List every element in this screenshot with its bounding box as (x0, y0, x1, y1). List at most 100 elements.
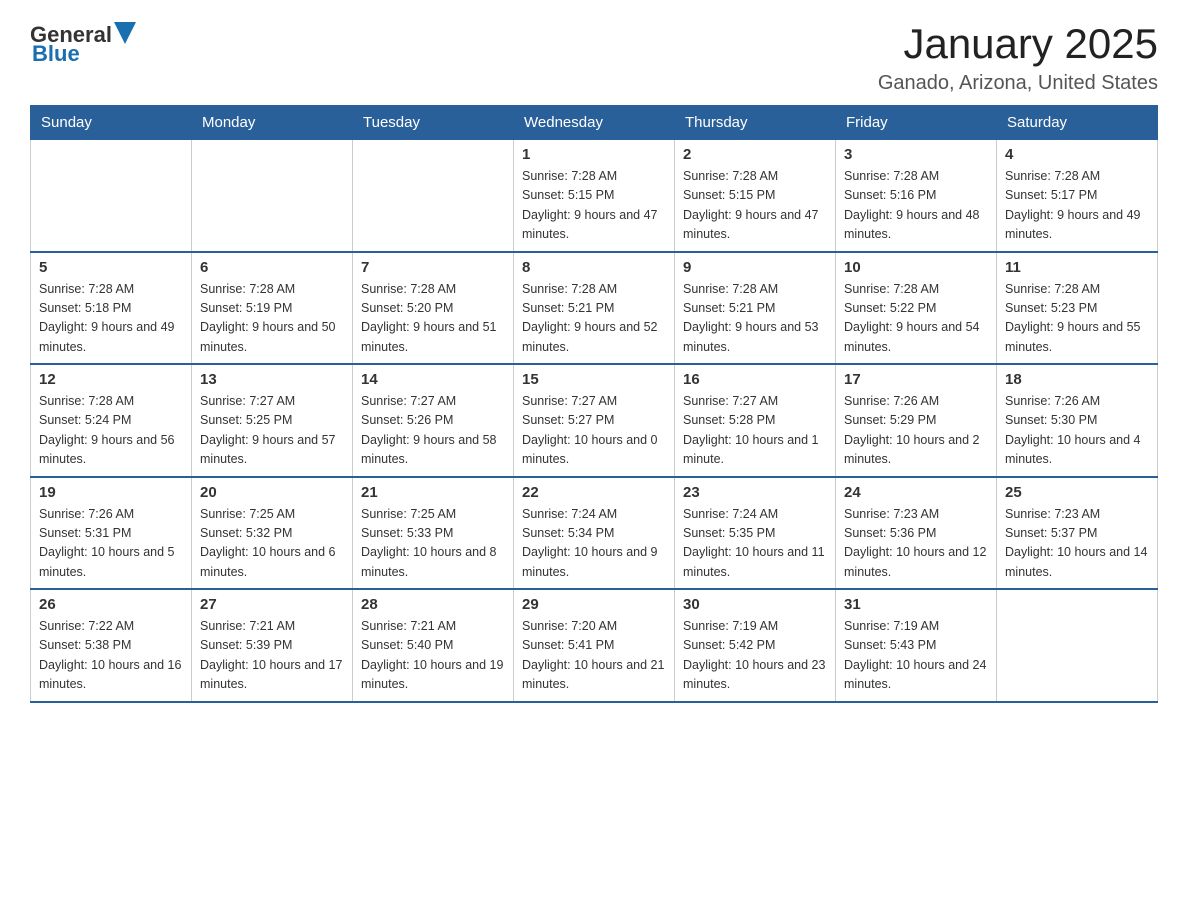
day-info: Sunrise: 7:28 AMSunset: 5:21 PMDaylight:… (683, 280, 827, 358)
day-number: 14 (361, 371, 505, 388)
calendar-day-22: 22Sunrise: 7:24 AMSunset: 5:34 PMDayligh… (514, 477, 675, 590)
weekday-header-wednesday: Wednesday (514, 106, 675, 140)
day-info: Sunrise: 7:20 AMSunset: 5:41 PMDaylight:… (522, 617, 666, 695)
day-info: Sunrise: 7:27 AMSunset: 5:27 PMDaylight:… (522, 392, 666, 470)
calendar-day-24: 24 Sunrise: 7:23 AMSunset: 5:36 PMDayligh… (836, 477, 997, 590)
day-number: 5 (39, 259, 183, 276)
calendar-empty-cell (997, 589, 1158, 702)
day-number: 27 (200, 596, 344, 613)
day-info: Sunrise: 7:21 AMSunset: 5:39 PMDaylight:… (200, 617, 344, 695)
calendar-week-row: 12Sunrise: 7:28 AMSunset: 5:24 PMDayligh… (31, 364, 1158, 477)
day-number: 17 (844, 371, 988, 388)
calendar-week-row: 1 Sunrise: 7:28 AMSunset: 5:15 PMDaylight… (31, 140, 1158, 252)
calendar-week-row: 19 Sunrise: 7:26 AMSunset: 5:31 PMDayligh… (31, 477, 1158, 590)
calendar-day-28: 28 Sunrise: 7:21 AMSunset: 5:40 PMDayligh… (353, 589, 514, 702)
calendar-day-19: 19 Sunrise: 7:26 AMSunset: 5:31 PMDayligh… (31, 477, 192, 590)
calendar-empty-cell (192, 140, 353, 252)
day-number: 11 (1005, 259, 1149, 276)
day-number: 4 (1005, 146, 1149, 163)
weekday-header-sunday: Sunday (31, 106, 192, 140)
calendar-week-row: 26 Sunrise: 7:22 AMSunset: 5:38 PMDayligh… (31, 589, 1158, 702)
day-info: Sunrise: 7:27 AMSunset: 5:28 PMDaylight:… (683, 392, 827, 470)
calendar-day-1: 1 Sunrise: 7:28 AMSunset: 5:15 PMDaylight… (514, 140, 675, 252)
calendar-day-18: 18 Sunrise: 7:26 AMSunset: 5:30 PMDayligh… (997, 364, 1158, 477)
month-title: January 2025 (878, 20, 1158, 68)
day-number: 30 (683, 596, 827, 613)
day-info: Sunrise: 7:28 AMSunset: 5:23 PMDaylight:… (1005, 280, 1149, 358)
logo-blue-text: Blue (32, 41, 80, 67)
day-number: 12 (39, 371, 183, 388)
day-number: 21 (361, 484, 505, 501)
day-info: Sunrise: 7:28 AMSunset: 5:15 PMDaylight:… (683, 167, 827, 245)
day-info: Sunrise: 7:26 AMSunset: 5:30 PMDaylight:… (1005, 392, 1149, 470)
day-info: Sunrise: 7:25 AMSunset: 5:33 PMDaylight:… (361, 505, 505, 583)
day-number: 1 (522, 146, 666, 163)
calendar-empty-cell (31, 140, 192, 252)
calendar-day-16: 16Sunrise: 7:27 AMSunset: 5:28 PMDayligh… (675, 364, 836, 477)
day-number: 3 (844, 146, 988, 163)
calendar-day-20: 20Sunrise: 7:25 AMSunset: 5:32 PMDayligh… (192, 477, 353, 590)
day-number: 24 (844, 484, 988, 501)
calendar-day-5: 5 Sunrise: 7:28 AMSunset: 5:18 PMDaylight… (31, 252, 192, 365)
calendar-day-15: 15 Sunrise: 7:27 AMSunset: 5:27 PMDayligh… (514, 364, 675, 477)
calendar-day-10: 10 Sunrise: 7:28 AMSunset: 5:22 PMDayligh… (836, 252, 997, 365)
day-info: Sunrise: 7:28 AMSunset: 5:19 PMDaylight:… (200, 280, 344, 358)
calendar-day-13: 13Sunrise: 7:27 AMSunset: 5:25 PMDayligh… (192, 364, 353, 477)
calendar-day-17: 17 Sunrise: 7:26 AMSunset: 5:29 PMDayligh… (836, 364, 997, 477)
calendar-day-4: 4Sunrise: 7:28 AMSunset: 5:17 PMDaylight… (997, 140, 1158, 252)
calendar-table: SundayMondayTuesdayWednesdayThursdayFrid… (30, 105, 1158, 703)
calendar-day-30: 30Sunrise: 7:19 AMSunset: 5:42 PMDayligh… (675, 589, 836, 702)
calendar-day-25: 25 Sunrise: 7:23 AMSunset: 5:37 PMDayligh… (997, 477, 1158, 590)
day-info: Sunrise: 7:19 AMSunset: 5:43 PMDaylight:… (844, 617, 988, 695)
day-info: Sunrise: 7:21 AMSunset: 5:40 PMDaylight:… (361, 617, 505, 695)
calendar-day-31: 31 Sunrise: 7:19 AMSunset: 5:43 PMDayligh… (836, 589, 997, 702)
day-info: Sunrise: 7:23 AMSunset: 5:36 PMDaylight:… (844, 505, 988, 583)
location-subtitle: Ganado, Arizona, United States (878, 72, 1158, 95)
day-info: Sunrise: 7:24 AMSunset: 5:35 PMDaylight:… (683, 505, 827, 583)
day-info: Sunrise: 7:28 AMSunset: 5:15 PMDaylight:… (522, 167, 666, 245)
day-info: Sunrise: 7:28 AMSunset: 5:18 PMDaylight:… (39, 280, 183, 358)
calendar-day-12: 12Sunrise: 7:28 AMSunset: 5:24 PMDayligh… (31, 364, 192, 477)
calendar-day-7: 7 Sunrise: 7:28 AMSunset: 5:20 PMDaylight… (353, 252, 514, 365)
day-number: 28 (361, 596, 505, 613)
calendar-week-row: 5 Sunrise: 7:28 AMSunset: 5:18 PMDaylight… (31, 252, 1158, 365)
day-number: 22 (522, 484, 666, 501)
calendar-day-27: 27 Sunrise: 7:21 AMSunset: 5:39 PMDayligh… (192, 589, 353, 702)
calendar-day-3: 3Sunrise: 7:28 AMSunset: 5:16 PMDaylight… (836, 140, 997, 252)
day-number: 29 (522, 596, 666, 613)
title-section: January 2025 Ganado, Arizona, United Sta… (878, 20, 1158, 95)
day-number: 25 (1005, 484, 1149, 501)
day-number: 6 (200, 259, 344, 276)
day-info: Sunrise: 7:23 AMSunset: 5:37 PMDaylight:… (1005, 505, 1149, 583)
calendar-day-29: 29 Sunrise: 7:20 AMSunset: 5:41 PMDayligh… (514, 589, 675, 702)
day-number: 8 (522, 259, 666, 276)
day-info: Sunrise: 7:27 AMSunset: 5:25 PMDaylight:… (200, 392, 344, 470)
day-number: 18 (1005, 371, 1149, 388)
day-number: 10 (844, 259, 988, 276)
day-info: Sunrise: 7:28 AMSunset: 5:22 PMDaylight:… (844, 280, 988, 358)
logo: General Blue (30, 20, 136, 67)
day-number: 2 (683, 146, 827, 163)
weekday-header-saturday: Saturday (997, 106, 1158, 140)
day-number: 26 (39, 596, 183, 613)
day-number: 15 (522, 371, 666, 388)
calendar-header-row: SundayMondayTuesdayWednesdayThursdayFrid… (31, 106, 1158, 140)
day-number: 23 (683, 484, 827, 501)
calendar-day-21: 21 Sunrise: 7:25 AMSunset: 5:33 PMDayligh… (353, 477, 514, 590)
calendar-empty-cell (353, 140, 514, 252)
day-info: Sunrise: 7:26 AMSunset: 5:31 PMDaylight:… (39, 505, 183, 583)
day-info: Sunrise: 7:26 AMSunset: 5:29 PMDaylight:… (844, 392, 988, 470)
weekday-header-monday: Monday (192, 106, 353, 140)
day-number: 9 (683, 259, 827, 276)
calendar-day-23: 23 Sunrise: 7:24 AMSunset: 5:35 PMDayligh… (675, 477, 836, 590)
calendar-day-9: 9 Sunrise: 7:28 AMSunset: 5:21 PMDaylight… (675, 252, 836, 365)
day-number: 19 (39, 484, 183, 501)
day-info: Sunrise: 7:25 AMSunset: 5:32 PMDaylight:… (200, 505, 344, 583)
calendar-day-26: 26 Sunrise: 7:22 AMSunset: 5:38 PMDayligh… (31, 589, 192, 702)
calendar-day-6: 6 Sunrise: 7:28 AMSunset: 5:19 PMDaylight… (192, 252, 353, 365)
day-info: Sunrise: 7:28 AMSunset: 5:20 PMDaylight:… (361, 280, 505, 358)
day-info: Sunrise: 7:22 AMSunset: 5:38 PMDaylight:… (39, 617, 183, 695)
day-number: 7 (361, 259, 505, 276)
calendar-day-8: 8Sunrise: 7:28 AMSunset: 5:21 PMDaylight… (514, 252, 675, 365)
day-number: 31 (844, 596, 988, 613)
